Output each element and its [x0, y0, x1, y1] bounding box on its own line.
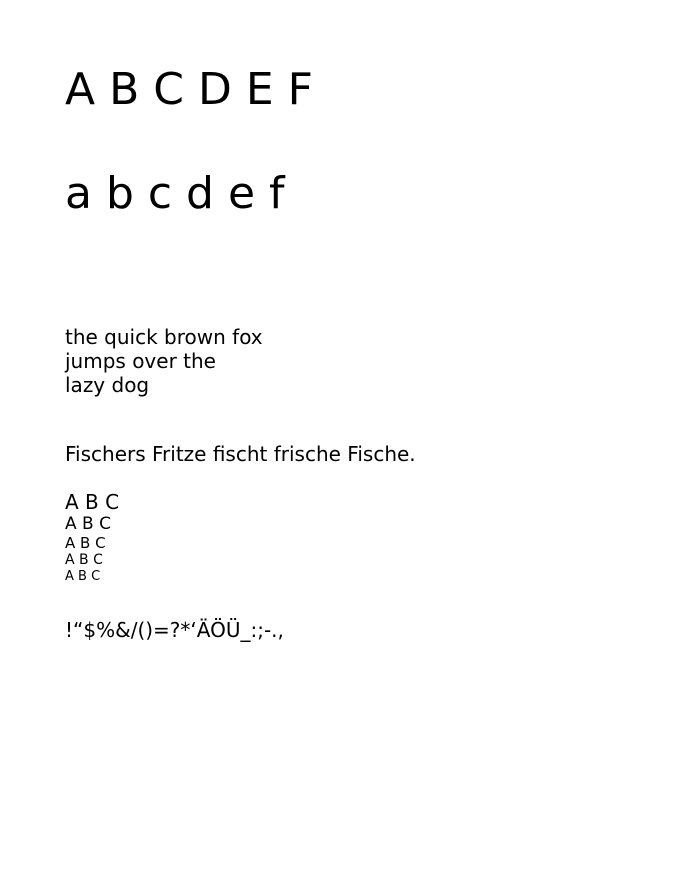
- lowercase-letters-line: a b c d e f: [65, 168, 285, 219]
- size-sample-5: A B C: [65, 569, 101, 584]
- pangram-line-3: lazy dog: [65, 373, 150, 397]
- uppercase-letters-line: A B C D E F: [65, 64, 313, 115]
- size-sample-1: A B C: [65, 490, 120, 514]
- pangram-line-1: the quick brown fox: [65, 325, 263, 349]
- special-characters-line: !“$%&/()=?*‘ÄÖÜ_:;-.,: [65, 618, 284, 642]
- pangram-line-2: jumps over the: [65, 349, 216, 373]
- size-sample-2: A B C: [65, 514, 111, 534]
- size-sample-3: A B C: [65, 534, 106, 552]
- pangram-paragraph: the quick brown fox jumps over the lazy …: [65, 325, 263, 397]
- german-tongue-twister: Fischers Fritze fischt frische Fische.: [65, 442, 416, 466]
- size-sample-4: A B C: [65, 552, 103, 568]
